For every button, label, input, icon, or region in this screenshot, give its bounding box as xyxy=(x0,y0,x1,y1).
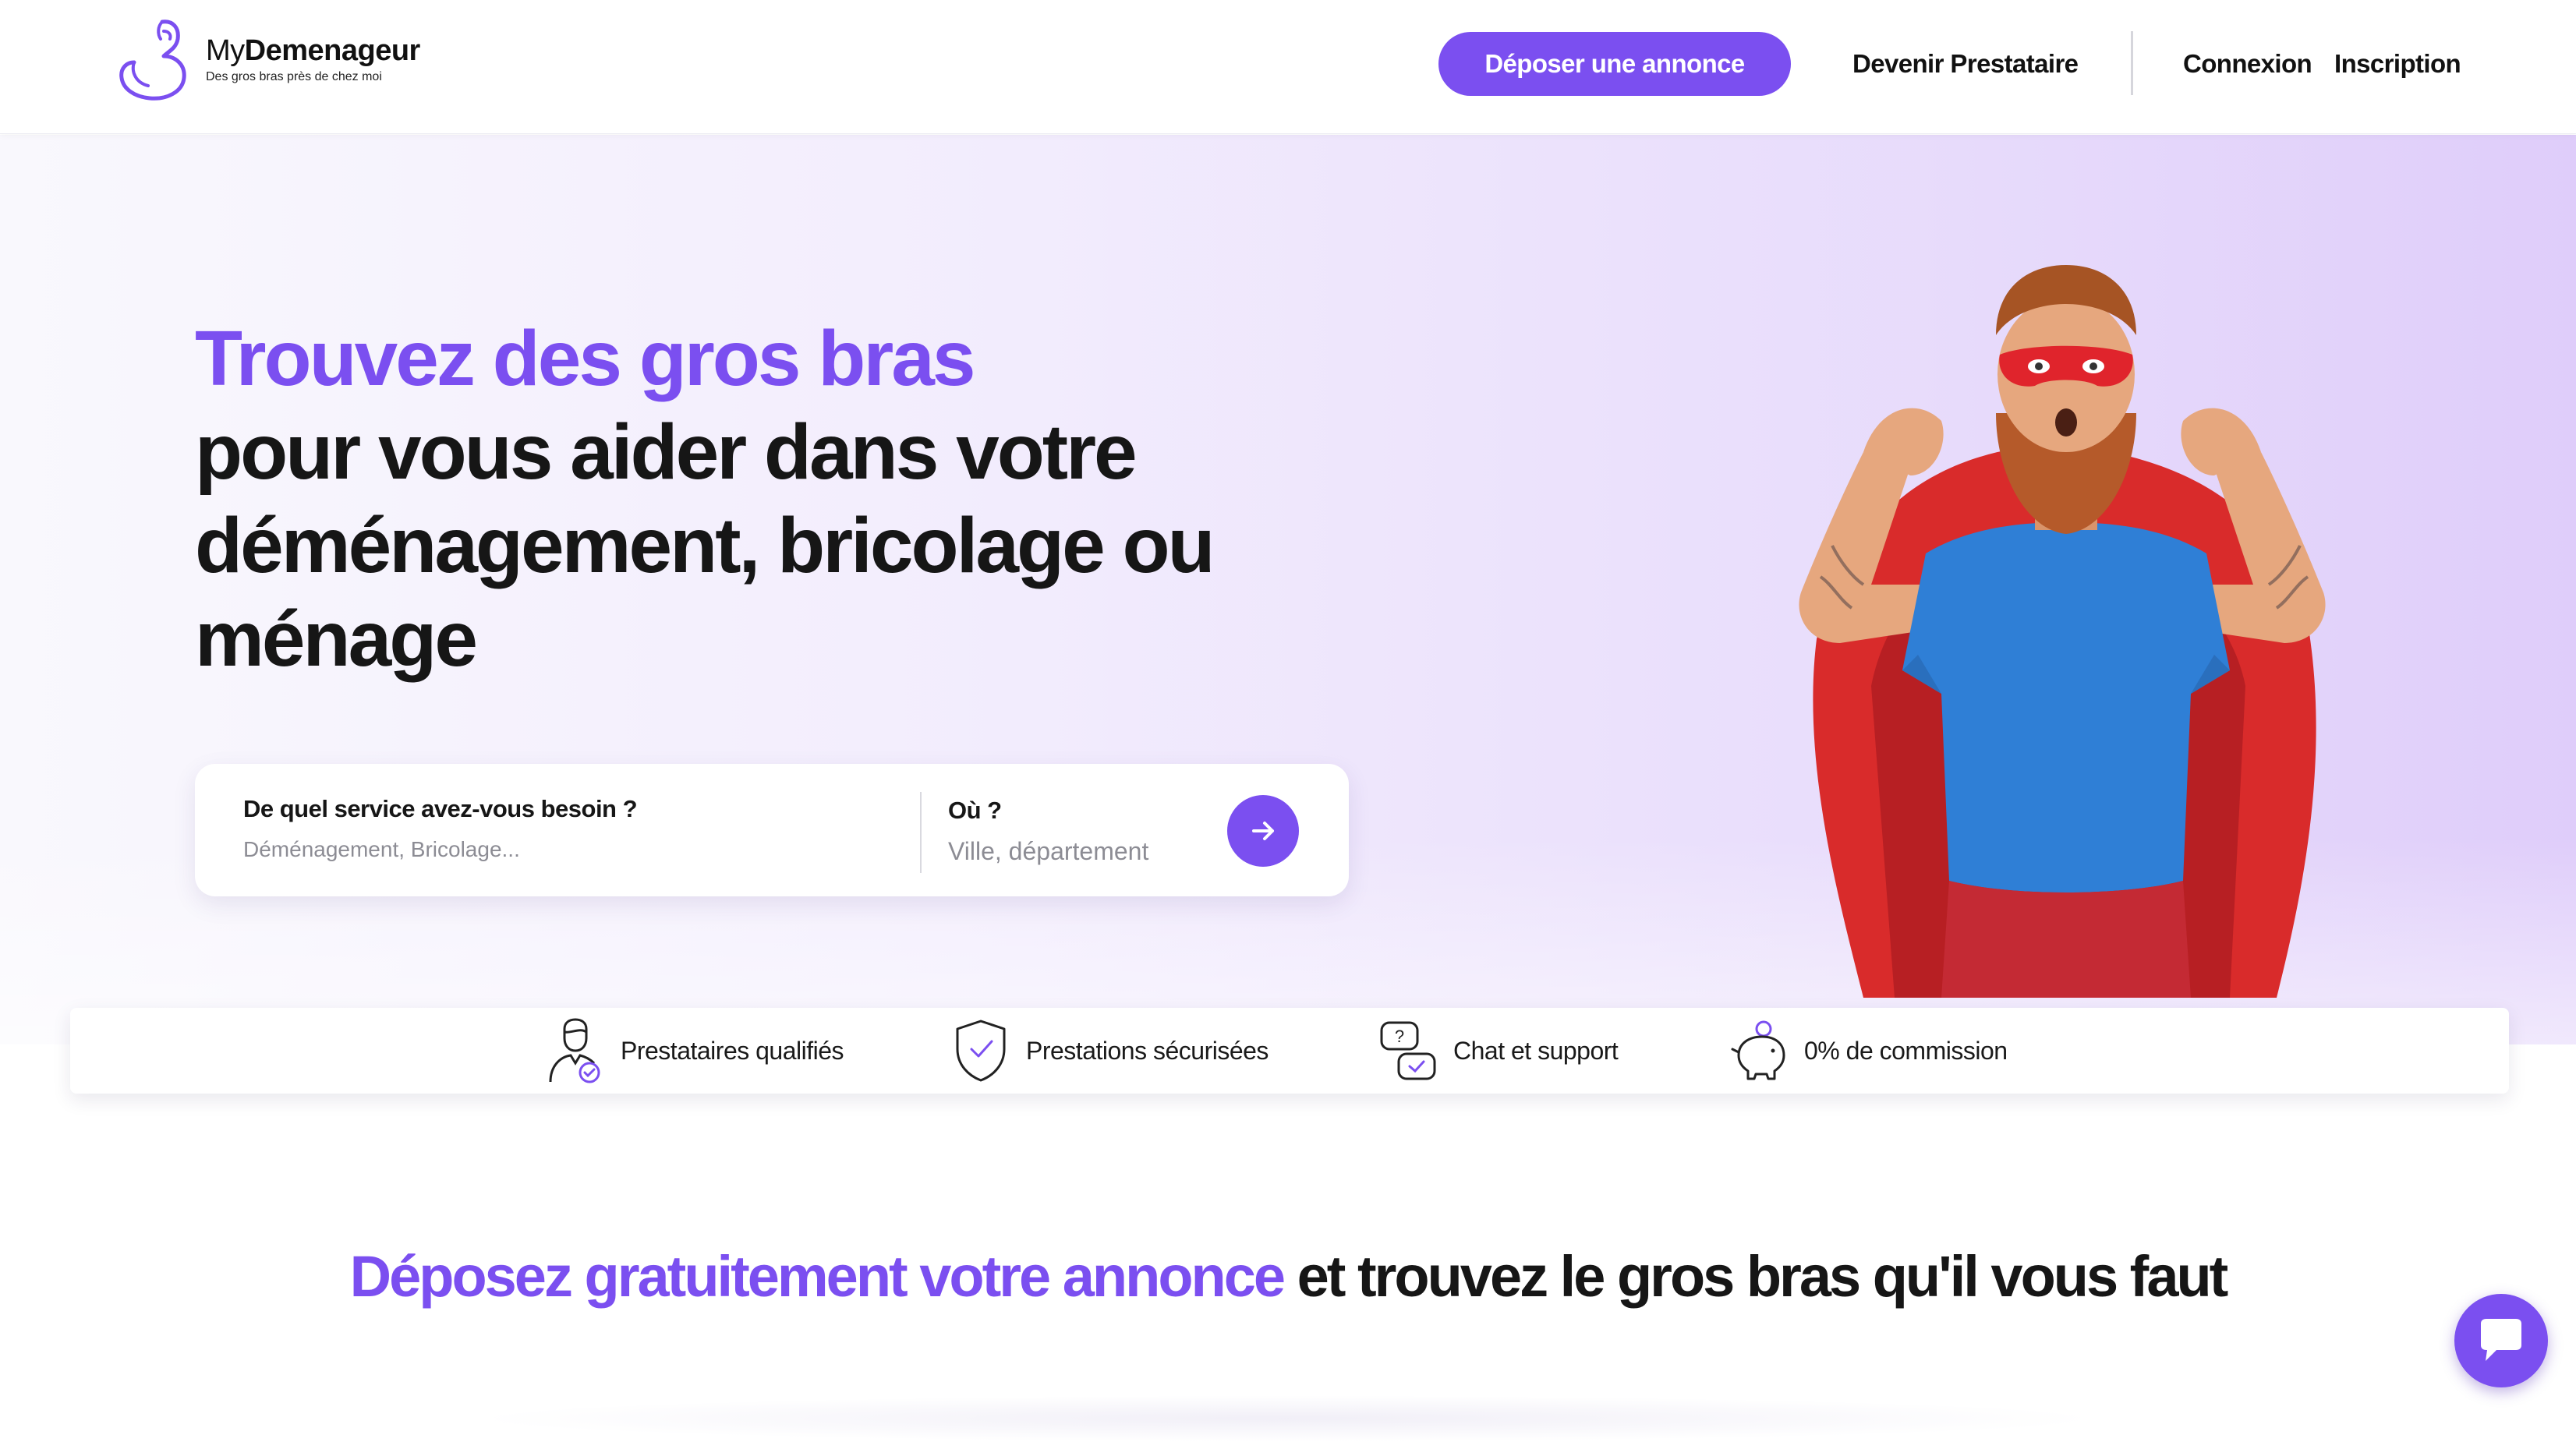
chat-support-icon: ? xyxy=(1380,1021,1436,1080)
location-label: Où ? xyxy=(948,797,1002,824)
brand-tagline: Des gros bras près de chez moi xyxy=(206,70,382,83)
site-header: MyDemenageur Des gros bras près de chez … xyxy=(0,0,2576,134)
chat-bubble-icon xyxy=(2481,1319,2521,1361)
service-search-input[interactable] xyxy=(243,832,883,867)
feature-label: Prestataires qualifiés xyxy=(621,1036,844,1065)
search-submit-button[interactable] xyxy=(1227,795,1299,867)
location-search-input[interactable] xyxy=(948,832,1205,870)
hero-title-rest: pour vous aider dans votre déménagement,… xyxy=(195,408,1215,683)
shield-check-icon xyxy=(956,1020,1006,1082)
superhero-illustration xyxy=(1799,265,2326,998)
search-bar: De quel service avez-vous besoin ? Où ? xyxy=(195,764,1349,896)
feature-item: Prestations sécurisées xyxy=(951,1008,1269,1094)
feature-item: Prestataires qualifiés xyxy=(546,1008,844,1094)
section-heading: Déposez gratuitement votre annonce et tr… xyxy=(0,1239,2576,1314)
feature-label: Prestations sécurisées xyxy=(1026,1036,1269,1065)
login-link[interactable]: Connexion xyxy=(2183,47,2312,81)
become-provider-link[interactable]: Devenir Prestataire xyxy=(1852,47,2079,81)
signup-link[interactable]: Inscription xyxy=(2334,47,2461,81)
brand-name: MyDemenageur xyxy=(206,34,420,67)
search-divider xyxy=(920,792,922,873)
section-heading-accent: Déposez gratuitement votre annonce xyxy=(349,1244,1286,1309)
feature-item: 0% de commission xyxy=(1729,1008,2008,1094)
section-heading-rest: et trouvez le gros bras qu'il vous faut xyxy=(1297,1244,2229,1309)
feature-label: 0% de commission xyxy=(1804,1036,2008,1065)
flexed-arm-logo-icon xyxy=(119,19,186,101)
feature-item: ? Chat et support xyxy=(1378,1008,1619,1094)
feature-label: Chat et support xyxy=(1453,1036,1619,1065)
service-label: De quel service avez-vous besoin ? xyxy=(243,795,638,822)
arrow-right-icon xyxy=(1252,822,1274,840)
piggy-bank-icon xyxy=(1731,1020,1785,1080)
hero-title-accent: Trouvez des gros bras xyxy=(195,315,975,402)
svg-text:?: ? xyxy=(1395,1027,1404,1046)
qualified-provider-icon xyxy=(549,1018,600,1083)
brand-logo[interactable]: MyDemenageur Des gros bras près de chez … xyxy=(117,16,420,103)
nav-divider xyxy=(2131,31,2133,95)
post-ad-button[interactable]: Déposer une annonce xyxy=(1438,32,1791,96)
features-bar: Prestataires qualifiés Prestations sécur… xyxy=(70,1008,2509,1094)
hero-title: Trouvez des gros bras pour vous aider da… xyxy=(195,312,1442,686)
chat-launcher-button[interactable] xyxy=(2454,1294,2548,1387)
